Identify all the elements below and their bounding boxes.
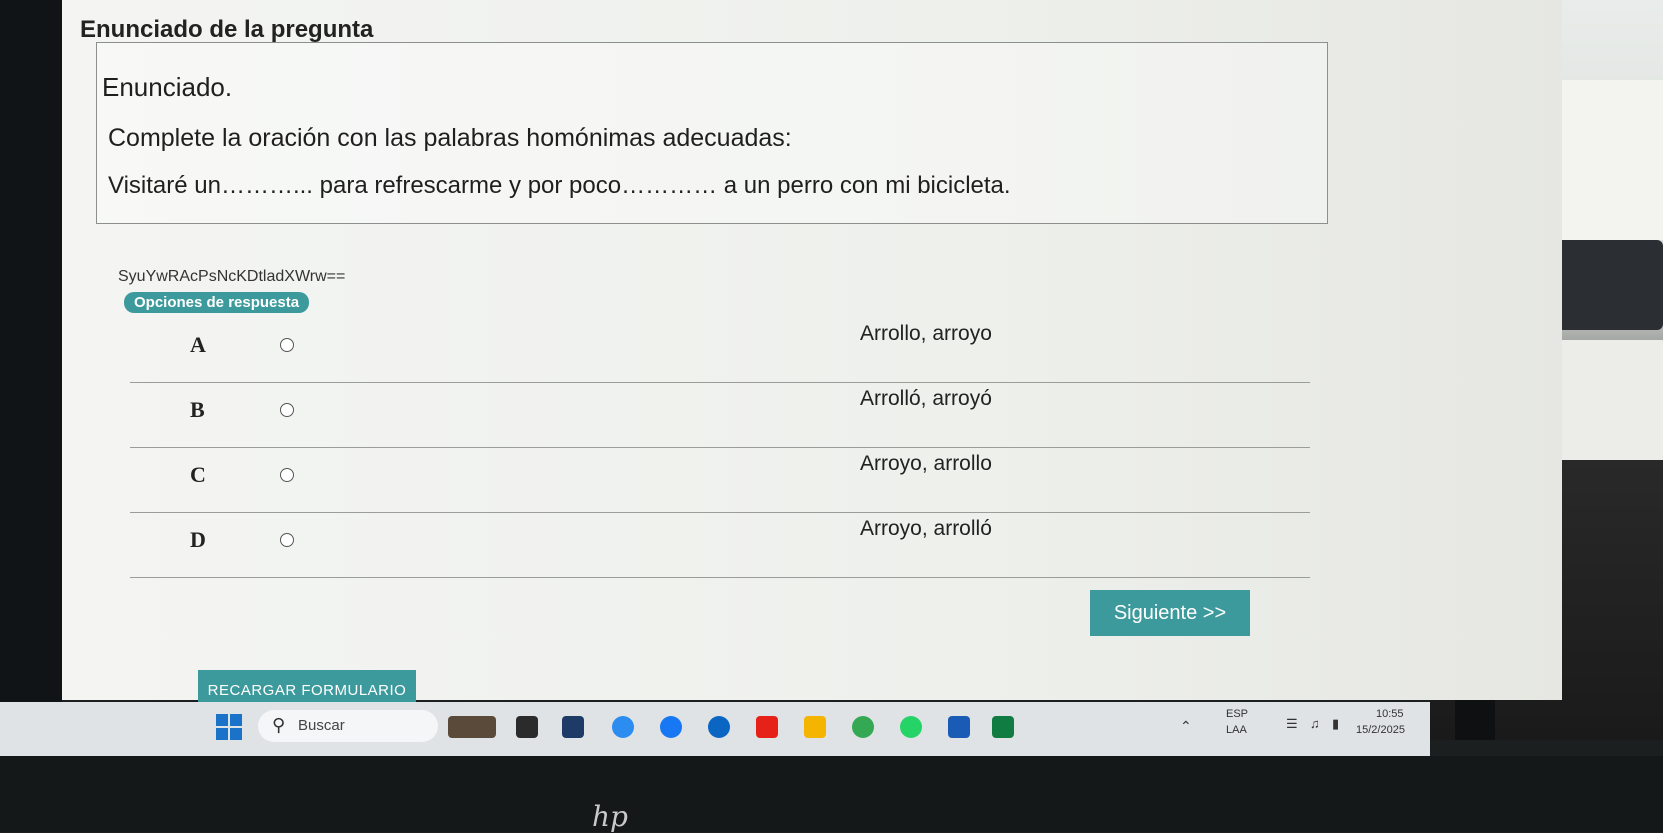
lang-top: ESP bbox=[1226, 708, 1249, 720]
widgets-icon[interactable] bbox=[448, 716, 496, 738]
hp-logo: hp bbox=[592, 800, 628, 833]
excel-icon[interactable] bbox=[992, 716, 1014, 738]
option-letter: D bbox=[190, 527, 206, 552]
option-a[interactable]: A Arrollo, arroyo bbox=[130, 318, 1310, 383]
taskbar-search[interactable]: ⚲ Buscar bbox=[258, 710, 438, 742]
option-letter: B bbox=[190, 397, 205, 422]
option-d[interactable]: D Arroyo, arrolló bbox=[130, 513, 1310, 578]
volume-icon[interactable]: ♫ bbox=[1310, 716, 1320, 731]
windows-start-icon[interactable] bbox=[216, 714, 242, 740]
edge-browser-icon[interactable] bbox=[612, 716, 634, 738]
word-icon[interactable] bbox=[948, 716, 970, 738]
wifi-icon[interactable]: ☰ bbox=[1286, 716, 1298, 732]
question-code: SyuYwRAcPsNcKDtladXWrw== bbox=[118, 268, 346, 285]
question-sentence: Visitaré un………... para refrescarme y por… bbox=[108, 172, 1011, 199]
youtube-icon[interactable] bbox=[756, 716, 778, 738]
radio-button[interactable] bbox=[280, 403, 294, 417]
option-text: Arroyo, arrollo bbox=[860, 452, 992, 475]
monitor-bezel-left bbox=[0, 0, 62, 740]
task-view-icon[interactable] bbox=[516, 716, 538, 738]
clock-date: 15/2/2025 bbox=[1356, 724, 1405, 736]
chrome-icon[interactable] bbox=[852, 716, 874, 738]
battery-icon[interactable]: ▮ bbox=[1332, 716, 1339, 732]
radio-button[interactable] bbox=[280, 533, 294, 547]
whatsapp-icon[interactable] bbox=[900, 716, 922, 738]
facebook-icon[interactable] bbox=[660, 716, 682, 738]
calendar-icon[interactable] bbox=[562, 716, 584, 738]
radio-button[interactable] bbox=[280, 468, 294, 482]
option-text: Arrollo, arroyo bbox=[860, 322, 992, 345]
question-title: Enunciado. bbox=[102, 72, 233, 102]
chevron-up-icon[interactable]: ⌃ bbox=[1180, 718, 1192, 735]
lang-bottom: LAA bbox=[1226, 724, 1247, 736]
edge-icon[interactable] bbox=[708, 716, 730, 738]
search-placeholder: Buscar bbox=[298, 717, 345, 734]
option-c[interactable]: C Arroyo, arrollo bbox=[130, 448, 1310, 513]
file-explorer-icon[interactable] bbox=[804, 716, 826, 738]
option-letter: A bbox=[190, 332, 206, 357]
next-button[interactable]: Siguiente >> bbox=[1090, 590, 1250, 636]
question-header: Enunciado de la pregunta bbox=[80, 16, 374, 43]
option-text: Arroyo, arrolló bbox=[860, 517, 992, 540]
option-text: Arrolló, arroyó bbox=[860, 387, 992, 410]
taskbar: ⚲ Buscar ⌃ ESP LAA ☰ ♫ ▮ 10:55 15/2/2025 bbox=[0, 702, 1430, 756]
option-letter: C bbox=[190, 462, 206, 487]
option-b[interactable]: B Arrolló, arroyó bbox=[130, 383, 1310, 448]
clock-time: 10:55 bbox=[1376, 708, 1404, 720]
search-icon: ⚲ bbox=[272, 715, 286, 736]
question-instruction: Complete la oración con las palabras hom… bbox=[108, 124, 792, 152]
monitor-bezel-bottom bbox=[0, 756, 1663, 832]
options-badge: Opciones de respuesta bbox=[124, 292, 310, 313]
radio-button[interactable] bbox=[280, 338, 294, 352]
